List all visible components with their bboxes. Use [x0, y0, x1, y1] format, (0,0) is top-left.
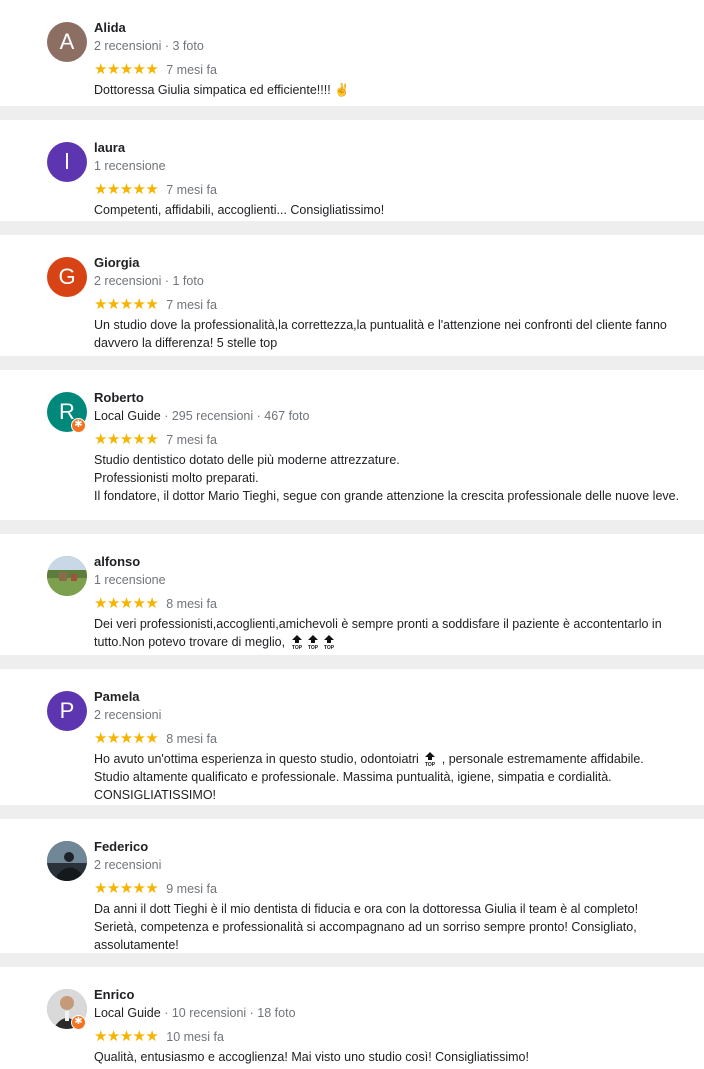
reviewer-name[interactable]: Alida: [94, 20, 126, 35]
review-text: Competenti, affidabili, accoglienti... C…: [94, 201, 694, 219]
star-rating-icon: ★★★★★: [94, 296, 159, 313]
reviewer-stats[interactable]: 1 recensione: [94, 573, 166, 587]
review-count: · 295 recensioni · 467 foto: [164, 409, 310, 423]
review-time: 7 mesi fa: [166, 297, 217, 312]
review-text-body: Dottoressa Giulia simpatica ed efficient…: [94, 83, 350, 97]
top-emoji-group: TOP TOP TOP: [289, 635, 337, 650]
top-arrow-icon: TOP: [425, 752, 436, 767]
rating-row: ★★★★★ 7 mesi fa: [94, 432, 217, 447]
svg-text:TOP: TOP: [425, 762, 436, 767]
review-count: 2 recensioni: [94, 858, 162, 872]
svg-text:TOP: TOP: [307, 645, 318, 650]
rating-row: ★★★★★ 7 mesi fa: [94, 182, 217, 197]
star-rating-icon: ★★★★★: [94, 61, 159, 78]
top-emoji-group: TOP: [422, 752, 438, 767]
review-text-body: Ho avuto un'ottima esperienza in questo …: [94, 752, 423, 766]
rating-row: ★★★★★ 8 mesi fa: [94, 731, 217, 746]
top-arrow-icon: TOP: [323, 635, 334, 650]
reviewer-avatar[interactable]: [47, 841, 87, 881]
review-time: 7 mesi fa: [166, 62, 217, 77]
local-guide-badge-icon: ✱: [71, 1015, 86, 1030]
review-card: ✱ Enrico Local Guide · 10 recensioni · 18 …: [0, 967, 704, 1069]
review-text: Studio dentistico dotato delle più moder…: [94, 451, 694, 505]
review-text: Dottoressa Giulia simpatica ed efficient…: [94, 81, 694, 99]
review-time: 7 mesi fa: [166, 432, 217, 447]
reviewer-avatar[interactable]: l: [47, 142, 87, 182]
review-card: G Giorgia 2 recensioni · 1 foto ★★★★★ 7 mesi…: [0, 235, 704, 356]
review-text: Un studio dove la professionalità,la cor…: [94, 316, 694, 352]
star-rating-icon: ★★★★★: [94, 595, 159, 612]
review-card: A Alida 2 recensioni · 3 foto ★★★★★ 7 mesi f…: [0, 0, 704, 106]
star-rating-icon: ★★★★★: [94, 730, 159, 747]
star-rating-icon: ★★★★★: [94, 880, 159, 897]
review-time: 8 mesi fa: [166, 731, 217, 746]
svg-text:TOP: TOP: [291, 645, 302, 650]
review-time: 8 mesi fa: [166, 596, 217, 611]
review-text: Ho avuto un'ottima esperienza in questo …: [94, 750, 694, 804]
reviewer-avatar[interactable]: [47, 556, 87, 596]
review-count: 2 recensioni · 3 foto: [94, 39, 204, 53]
reviewer-name[interactable]: Giorgia: [94, 255, 140, 270]
reviewer-name[interactable]: Roberto: [94, 390, 144, 405]
review-text-body: Competenti, affidabili, accoglienti... C…: [94, 203, 385, 217]
review-count: 2 recensioni · 1 foto: [94, 274, 204, 288]
star-rating-icon: ★★★★★: [94, 431, 159, 448]
rating-row: ★★★★★ 9 mesi fa: [94, 881, 217, 896]
review-time: 10 mesi fa: [166, 1029, 224, 1044]
review-card: Federico 2 recensioni ★★★★★ 9 mesi fa Da ann…: [0, 819, 704, 953]
svg-text:TOP: TOP: [323, 645, 334, 650]
reviewer-stats[interactable]: 2 recensioni · 1 foto: [94, 274, 204, 288]
rating-row: ★★★★★ 8 mesi fa: [94, 596, 217, 611]
star-rating-icon: ★★★★★: [94, 1028, 159, 1045]
review-time: 9 mesi fa: [166, 881, 217, 896]
review-text-body: Un studio dove la professionalità,la cor…: [94, 318, 667, 350]
review-text-body: Qualità, entusiasmo e accoglienza! Mai v…: [94, 1050, 529, 1064]
review-time: 7 mesi fa: [166, 182, 217, 197]
rating-row: ★★★★★ 10 mesi fa: [94, 1029, 224, 1044]
reviewer-stats[interactable]: Local Guide · 295 recensioni · 467 foto: [94, 409, 309, 423]
rating-row: ★★★★★ 7 mesi fa: [94, 297, 217, 312]
review-card: R ✱ Roberto Local Guide · 295 recensioni · …: [0, 370, 704, 520]
reviewer-stats[interactable]: 1 recensione: [94, 159, 166, 173]
local-guide-label: Local Guide: [94, 409, 161, 423]
review-card: P Pamela 2 recensioni ★★★★★ 8 mesi fa Ho avut…: [0, 669, 704, 805]
reviewer-stats[interactable]: 2 recensioni: [94, 708, 161, 722]
reviewer-avatar[interactable]: G: [47, 257, 87, 297]
review-count: 2 recensioni: [94, 708, 162, 722]
reviewer-name[interactable]: Pamela: [94, 689, 140, 704]
review-card: alfonso 1 recensione ★★★★★ 8 mesi fa Dei ver…: [0, 534, 704, 655]
review-card: l laura 1 recensione ★★★★★ 7 mesi fa Competen…: [0, 120, 704, 221]
local-guide-label: Local Guide: [94, 1006, 161, 1020]
review-count: 1 recensione: [94, 573, 166, 587]
review-text-body: Da anni il dott Tieghi è il mio dentista…: [94, 902, 639, 952]
reviewer-stats[interactable]: Local Guide · 10 recensioni · 18 foto: [94, 1006, 296, 1020]
review-text: Da anni il dott Tieghi è il mio dentista…: [94, 900, 694, 953]
review-text-body: Studio dentistico dotato delle più moder…: [94, 453, 680, 503]
review-text: Dei veri professionisti,accoglienti,amic…: [94, 615, 694, 651]
local-guide-badge-icon: ✱: [71, 418, 86, 433]
reviewer-name[interactable]: alfonso: [94, 554, 140, 569]
review-text: Qualità, entusiasmo e accoglienza! Mai v…: [94, 1048, 694, 1066]
reviewer-stats[interactable]: 2 recensioni · 3 foto: [94, 39, 204, 53]
reviewer-name[interactable]: Enrico: [94, 987, 134, 1002]
reviewer-stats[interactable]: 2 recensioni: [94, 858, 161, 872]
top-arrow-icon: TOP: [307, 635, 318, 650]
top-arrow-icon: TOP: [291, 635, 302, 650]
review-count: 1 recensione: [94, 159, 166, 173]
reviewer-avatar[interactable]: A: [47, 22, 87, 62]
reviewer-avatar[interactable]: P: [47, 691, 87, 731]
review-count: · 10 recensioni · 18 foto: [164, 1006, 296, 1020]
reviewer-name[interactable]: Federico: [94, 839, 148, 854]
review-text-body: Dei veri professionisti,accoglienti,amic…: [94, 617, 662, 649]
rating-row: ★★★★★ 7 mesi fa: [94, 62, 217, 77]
reviewer-name[interactable]: laura: [94, 140, 125, 155]
star-rating-icon: ★★★★★: [94, 181, 159, 198]
